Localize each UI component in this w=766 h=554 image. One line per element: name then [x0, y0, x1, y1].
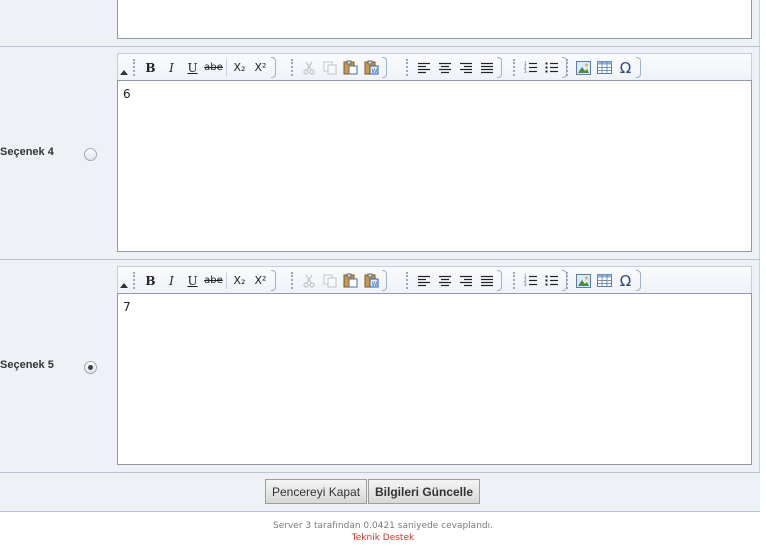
option-row-3 [0, 0, 760, 47]
special-char-icon[interactable]: Ω [615, 57, 636, 78]
paste-word-icon[interactable]: W [361, 57, 382, 78]
toolbar-grip[interactable] [133, 272, 137, 289]
toolbar-grip[interactable] [513, 59, 517, 76]
subscript-button[interactable]: X₂ [229, 57, 250, 78]
align-justify-icon[interactable] [476, 57, 497, 78]
action-bar: Pencereyi Kapat Bilgileri Güncelle [0, 473, 760, 512]
paste-icon[interactable] [340, 57, 361, 78]
italic-button[interactable]: I [161, 270, 182, 291]
toolbar-group-end [271, 270, 276, 291]
toolbar-grip[interactable] [133, 59, 137, 76]
cut-icon[interactable] [298, 57, 319, 78]
toolbar-grip[interactable] [291, 272, 295, 289]
unordered-list-icon[interactable] [541, 270, 562, 291]
toolbar-separator [226, 272, 227, 289]
option-label: Seçenek 4 [0, 146, 54, 158]
toolbar-group-align [403, 57, 504, 78]
option-label: Seçenek 5 [0, 359, 54, 371]
svg-text:W: W [372, 68, 378, 75]
superscript-button[interactable]: X² [250, 57, 271, 78]
support-link[interactable]: Teknik Destek [0, 532, 766, 544]
paste-icon[interactable] [340, 270, 361, 291]
toolbar-group-end [497, 270, 502, 291]
bold-button[interactable]: B [140, 57, 161, 78]
toolbar-group-insert: Ω [563, 270, 643, 291]
align-left-icon[interactable] [413, 57, 434, 78]
italic-button[interactable]: I [161, 57, 182, 78]
toolbar-group-align [403, 270, 504, 291]
toolbar-grip[interactable] [406, 59, 410, 76]
close-window-button[interactable]: Pencereyi Kapat [265, 479, 368, 504]
collapse-icon[interactable] [120, 70, 128, 75]
copy-icon[interactable] [319, 270, 340, 291]
toolbar-grip[interactable] [566, 59, 570, 76]
option-row-5: Seçenek 5 B I U abe X₂ X² W 1 2 3 Ω 7 [0, 260, 760, 473]
toolbar-group-clipboard: W [288, 270, 389, 291]
option-radio[interactable] [84, 148, 97, 161]
cut-icon[interactable] [298, 270, 319, 291]
align-justify-icon[interactable] [476, 270, 497, 291]
toolbar-separator [226, 59, 227, 76]
editor-toolbar: B I U abe X₂ X² W 1 2 3 Ω [117, 53, 752, 80]
toolbar-group-format: B I U abe X₂ X² [130, 270, 278, 291]
toolbar-group-end [636, 270, 641, 291]
svg-text:3: 3 [524, 69, 527, 74]
option-row-4: Seçenek 4 B I U abe X₂ X² W 1 2 3 Ω 6 [0, 47, 760, 260]
image-icon[interactable] [573, 57, 594, 78]
paste-word-icon[interactable]: W [361, 270, 382, 291]
toolbar-group-end [497, 57, 502, 78]
unordered-list-icon[interactable] [541, 57, 562, 78]
rich-text-editor-content[interactable]: 7 [117, 293, 752, 465]
ordered-list-icon[interactable]: 123 [520, 270, 541, 291]
rich-text-editor-content[interactable]: 6 [117, 80, 752, 252]
special-char-icon[interactable]: Ω [615, 270, 636, 291]
server-response-text: Server 3 tarafından 0.0421 saniyede ceva… [273, 521, 493, 531]
rich-text-editor: B I U abe X₂ X² [117, 266, 752, 465]
svg-text:3: 3 [524, 282, 527, 287]
table-icon[interactable] [594, 57, 615, 78]
toolbar-group-insert: Ω [563, 57, 643, 78]
toolbar-group-end [636, 57, 641, 78]
bold-button[interactable]: B [140, 270, 161, 291]
align-left-icon[interactable] [413, 270, 434, 291]
collapse-icon[interactable] [120, 283, 128, 288]
align-right-icon[interactable] [455, 270, 476, 291]
ordered-list-icon[interactable]: 123 [520, 57, 541, 78]
toolbar-group-list: 123 [510, 270, 569, 291]
toolbar-group-end [382, 57, 387, 78]
underline-button[interactable]: U [182, 270, 203, 291]
strikethrough-button[interactable]: abe [203, 270, 224, 291]
toolbar-group-list: 123 [510, 57, 569, 78]
update-info-button[interactable]: Bilgileri Güncelle [368, 479, 481, 504]
toolbar-grip[interactable] [513, 272, 517, 289]
toolbar-group-format: B I U abe X₂ X² [130, 57, 278, 78]
toolbar-grip[interactable] [291, 59, 295, 76]
editor-toolbar: B I U abe X₂ X² W 1 2 3 Ω [117, 266, 752, 293]
option-radio[interactable] [84, 361, 97, 374]
subscript-button[interactable]: X₂ [229, 270, 250, 291]
page-footer: Server 3 tarafından 0.0421 saniyede ceva… [0, 520, 766, 544]
rich-text-editor-content[interactable] [117, 0, 752, 39]
copy-icon[interactable] [319, 57, 340, 78]
align-center-icon[interactable] [434, 57, 455, 78]
align-right-icon[interactable] [455, 57, 476, 78]
toolbar-grip[interactable] [406, 272, 410, 289]
svg-text:W: W [372, 281, 378, 288]
form-panel: Seçenek 4 B I U abe X₂ X² W 1 2 3 Ω 6 Se… [0, 0, 760, 512]
toolbar-group-clipboard: W [288, 57, 389, 78]
superscript-button[interactable]: X² [250, 270, 271, 291]
align-center-icon[interactable] [434, 270, 455, 291]
toolbar-group-end [271, 57, 276, 78]
table-icon[interactable] [594, 270, 615, 291]
strikethrough-button[interactable]: abe [203, 57, 224, 78]
rich-text-editor: B I U abe X₂ X² [117, 53, 752, 252]
underline-button[interactable]: U [182, 57, 203, 78]
toolbar-group-end [382, 270, 387, 291]
image-icon[interactable] [573, 270, 594, 291]
toolbar-grip[interactable] [566, 272, 570, 289]
